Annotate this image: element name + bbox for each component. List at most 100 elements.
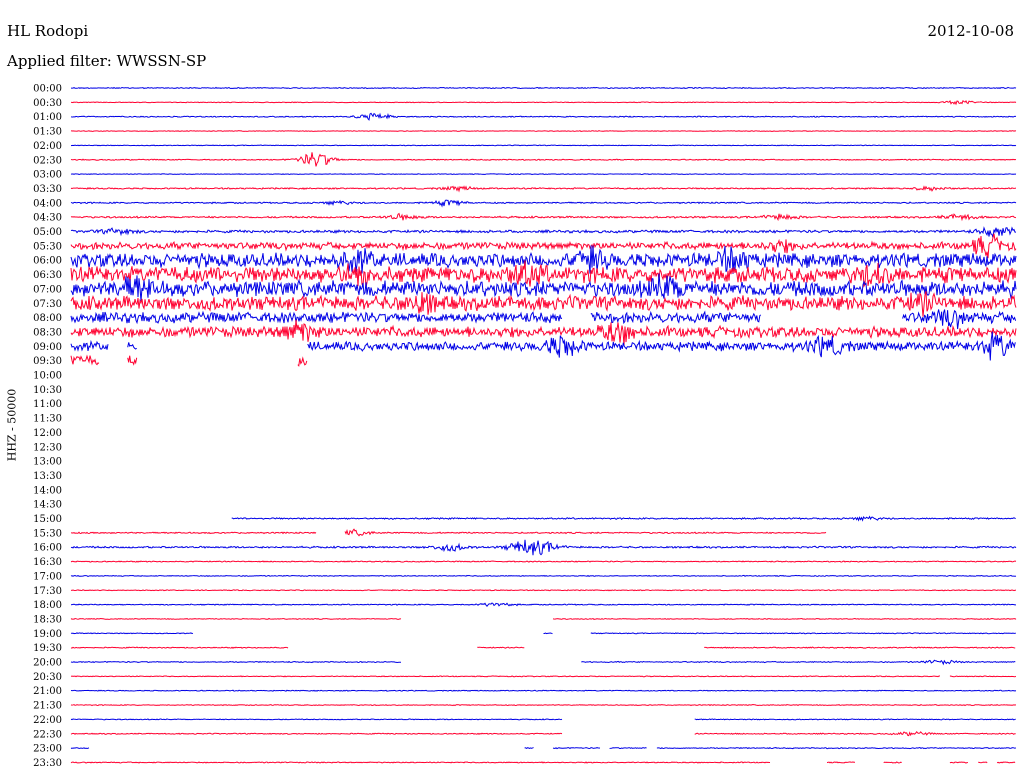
trace-segment xyxy=(70,560,1017,563)
trace-segment xyxy=(127,342,137,350)
time-tick-label: 13:30 xyxy=(33,471,62,482)
trace-segment xyxy=(590,632,1016,635)
trace-2200 xyxy=(70,718,1016,721)
time-tick-label: 14:30 xyxy=(33,500,62,511)
trace-segment xyxy=(70,675,941,678)
trace-segment xyxy=(70,144,1017,147)
trace-0430 xyxy=(70,212,1017,222)
time-tick-label: 07:30 xyxy=(33,299,62,310)
time-tick-label: 16:30 xyxy=(33,557,62,568)
trace-segment xyxy=(70,226,1017,239)
trace-segment xyxy=(996,761,1016,764)
trace-0700 xyxy=(70,273,1017,302)
trace-segment xyxy=(70,185,1017,193)
time-tick-label: 08:30 xyxy=(33,327,62,338)
time-tick-label: 00:00 xyxy=(33,84,62,95)
time-tick-label: 00:30 xyxy=(33,98,62,109)
time-tick-label: 01:30 xyxy=(33,127,62,138)
trace-segment xyxy=(70,646,289,649)
time-tick-label: 02:30 xyxy=(33,155,62,166)
trace-0100 xyxy=(70,112,1017,121)
trace-1500 xyxy=(231,515,1016,522)
time-tick-label: 12:00 xyxy=(33,428,62,439)
trace-segment xyxy=(70,199,1017,208)
trace-segment xyxy=(70,354,100,366)
helicorder-plot: 00:00 00:30 01:00 01:30 02:00 02:30 03:00 03:30… xyxy=(33,84,1017,769)
time-tick-label: 04:30 xyxy=(33,213,62,224)
trace-segment xyxy=(70,589,1017,592)
trace-0130 xyxy=(70,130,1017,132)
trace-segment xyxy=(70,112,1017,121)
time-tick-label: 09:30 xyxy=(33,356,62,367)
trace-segment xyxy=(70,689,1017,692)
time-tick-label: 03:00 xyxy=(33,170,62,181)
time-tick-label: 18:30 xyxy=(33,614,62,625)
trace-2130 xyxy=(70,704,1017,707)
trace-segment xyxy=(543,632,553,635)
time-tick-label: 22:30 xyxy=(33,729,62,740)
trace-1700 xyxy=(70,574,1017,577)
time-tick-label: 04:00 xyxy=(33,198,62,209)
trace-segment xyxy=(70,617,402,620)
time-tick-label: 11:30 xyxy=(33,414,62,425)
trace-segment xyxy=(656,746,1017,750)
trace-2230 xyxy=(70,731,1016,737)
trace-2030 xyxy=(70,675,1017,678)
trace-0330 xyxy=(70,185,1017,193)
trace-1830 xyxy=(70,617,1017,620)
time-tick-label: 21:00 xyxy=(33,686,62,697)
trace-segment xyxy=(70,761,771,764)
trace-segment xyxy=(694,718,1016,721)
time-tick-label: 13:00 xyxy=(33,457,62,468)
trace-segment xyxy=(477,646,525,649)
trace-segment xyxy=(297,356,308,367)
time-tick-label: 11:00 xyxy=(33,399,62,410)
trace-segment xyxy=(70,212,1017,222)
time-tick-label: 05:30 xyxy=(33,241,62,252)
trace-0230 xyxy=(70,152,1017,167)
time-tick-label: 18:00 xyxy=(33,600,62,611)
time-tick-label: 22:00 xyxy=(33,715,62,726)
time-tick-label: 14:00 xyxy=(33,485,62,496)
trace-segment xyxy=(552,746,601,750)
trace-1800 xyxy=(70,602,1017,608)
trace-segment xyxy=(70,99,1017,106)
trace-segment xyxy=(70,660,402,664)
trace-segment xyxy=(949,761,968,764)
time-tick-label: 15:30 xyxy=(33,528,62,539)
time-tick-label: 02:00 xyxy=(33,141,62,152)
trace-0200 xyxy=(70,144,1017,147)
time-tick-label: 15:00 xyxy=(33,514,62,525)
time-tick-label: 10:30 xyxy=(33,385,62,396)
trace-0400 xyxy=(70,199,1017,208)
time-tick-label: 21:30 xyxy=(33,701,62,712)
trace-segment xyxy=(609,747,647,750)
time-tick-label: 03:30 xyxy=(33,184,62,195)
time-tick-label: 10:00 xyxy=(33,371,62,382)
trace-segment xyxy=(231,515,1016,522)
trace-segment xyxy=(70,233,1017,259)
trace-2000 xyxy=(70,659,1016,666)
time-tick-label: 23:30 xyxy=(33,758,62,769)
time-tick-label: 23:00 xyxy=(33,744,62,755)
trace-segment xyxy=(590,310,762,325)
time-tick-label: 06:30 xyxy=(33,270,62,281)
trace-segment xyxy=(883,761,902,764)
trace-1730 xyxy=(70,589,1017,592)
trace-segment xyxy=(70,319,1017,346)
trace-0930 xyxy=(70,354,308,367)
trace-0030 xyxy=(70,99,1017,106)
trace-segment xyxy=(552,617,1017,620)
trace-segment xyxy=(694,731,1016,737)
trace-segment xyxy=(70,539,1017,556)
trace-0500 xyxy=(70,226,1017,239)
trace-segment xyxy=(70,310,563,325)
trace-0530 xyxy=(70,233,1017,259)
time-tick-label: 08:00 xyxy=(33,313,62,324)
trace-segment xyxy=(344,528,827,537)
time-tick-label: 19:00 xyxy=(33,629,62,640)
time-tick-label: 20:30 xyxy=(33,672,62,683)
trace-1530 xyxy=(70,528,827,537)
trace-segment xyxy=(70,173,1017,176)
trace-2300 xyxy=(70,746,1017,750)
